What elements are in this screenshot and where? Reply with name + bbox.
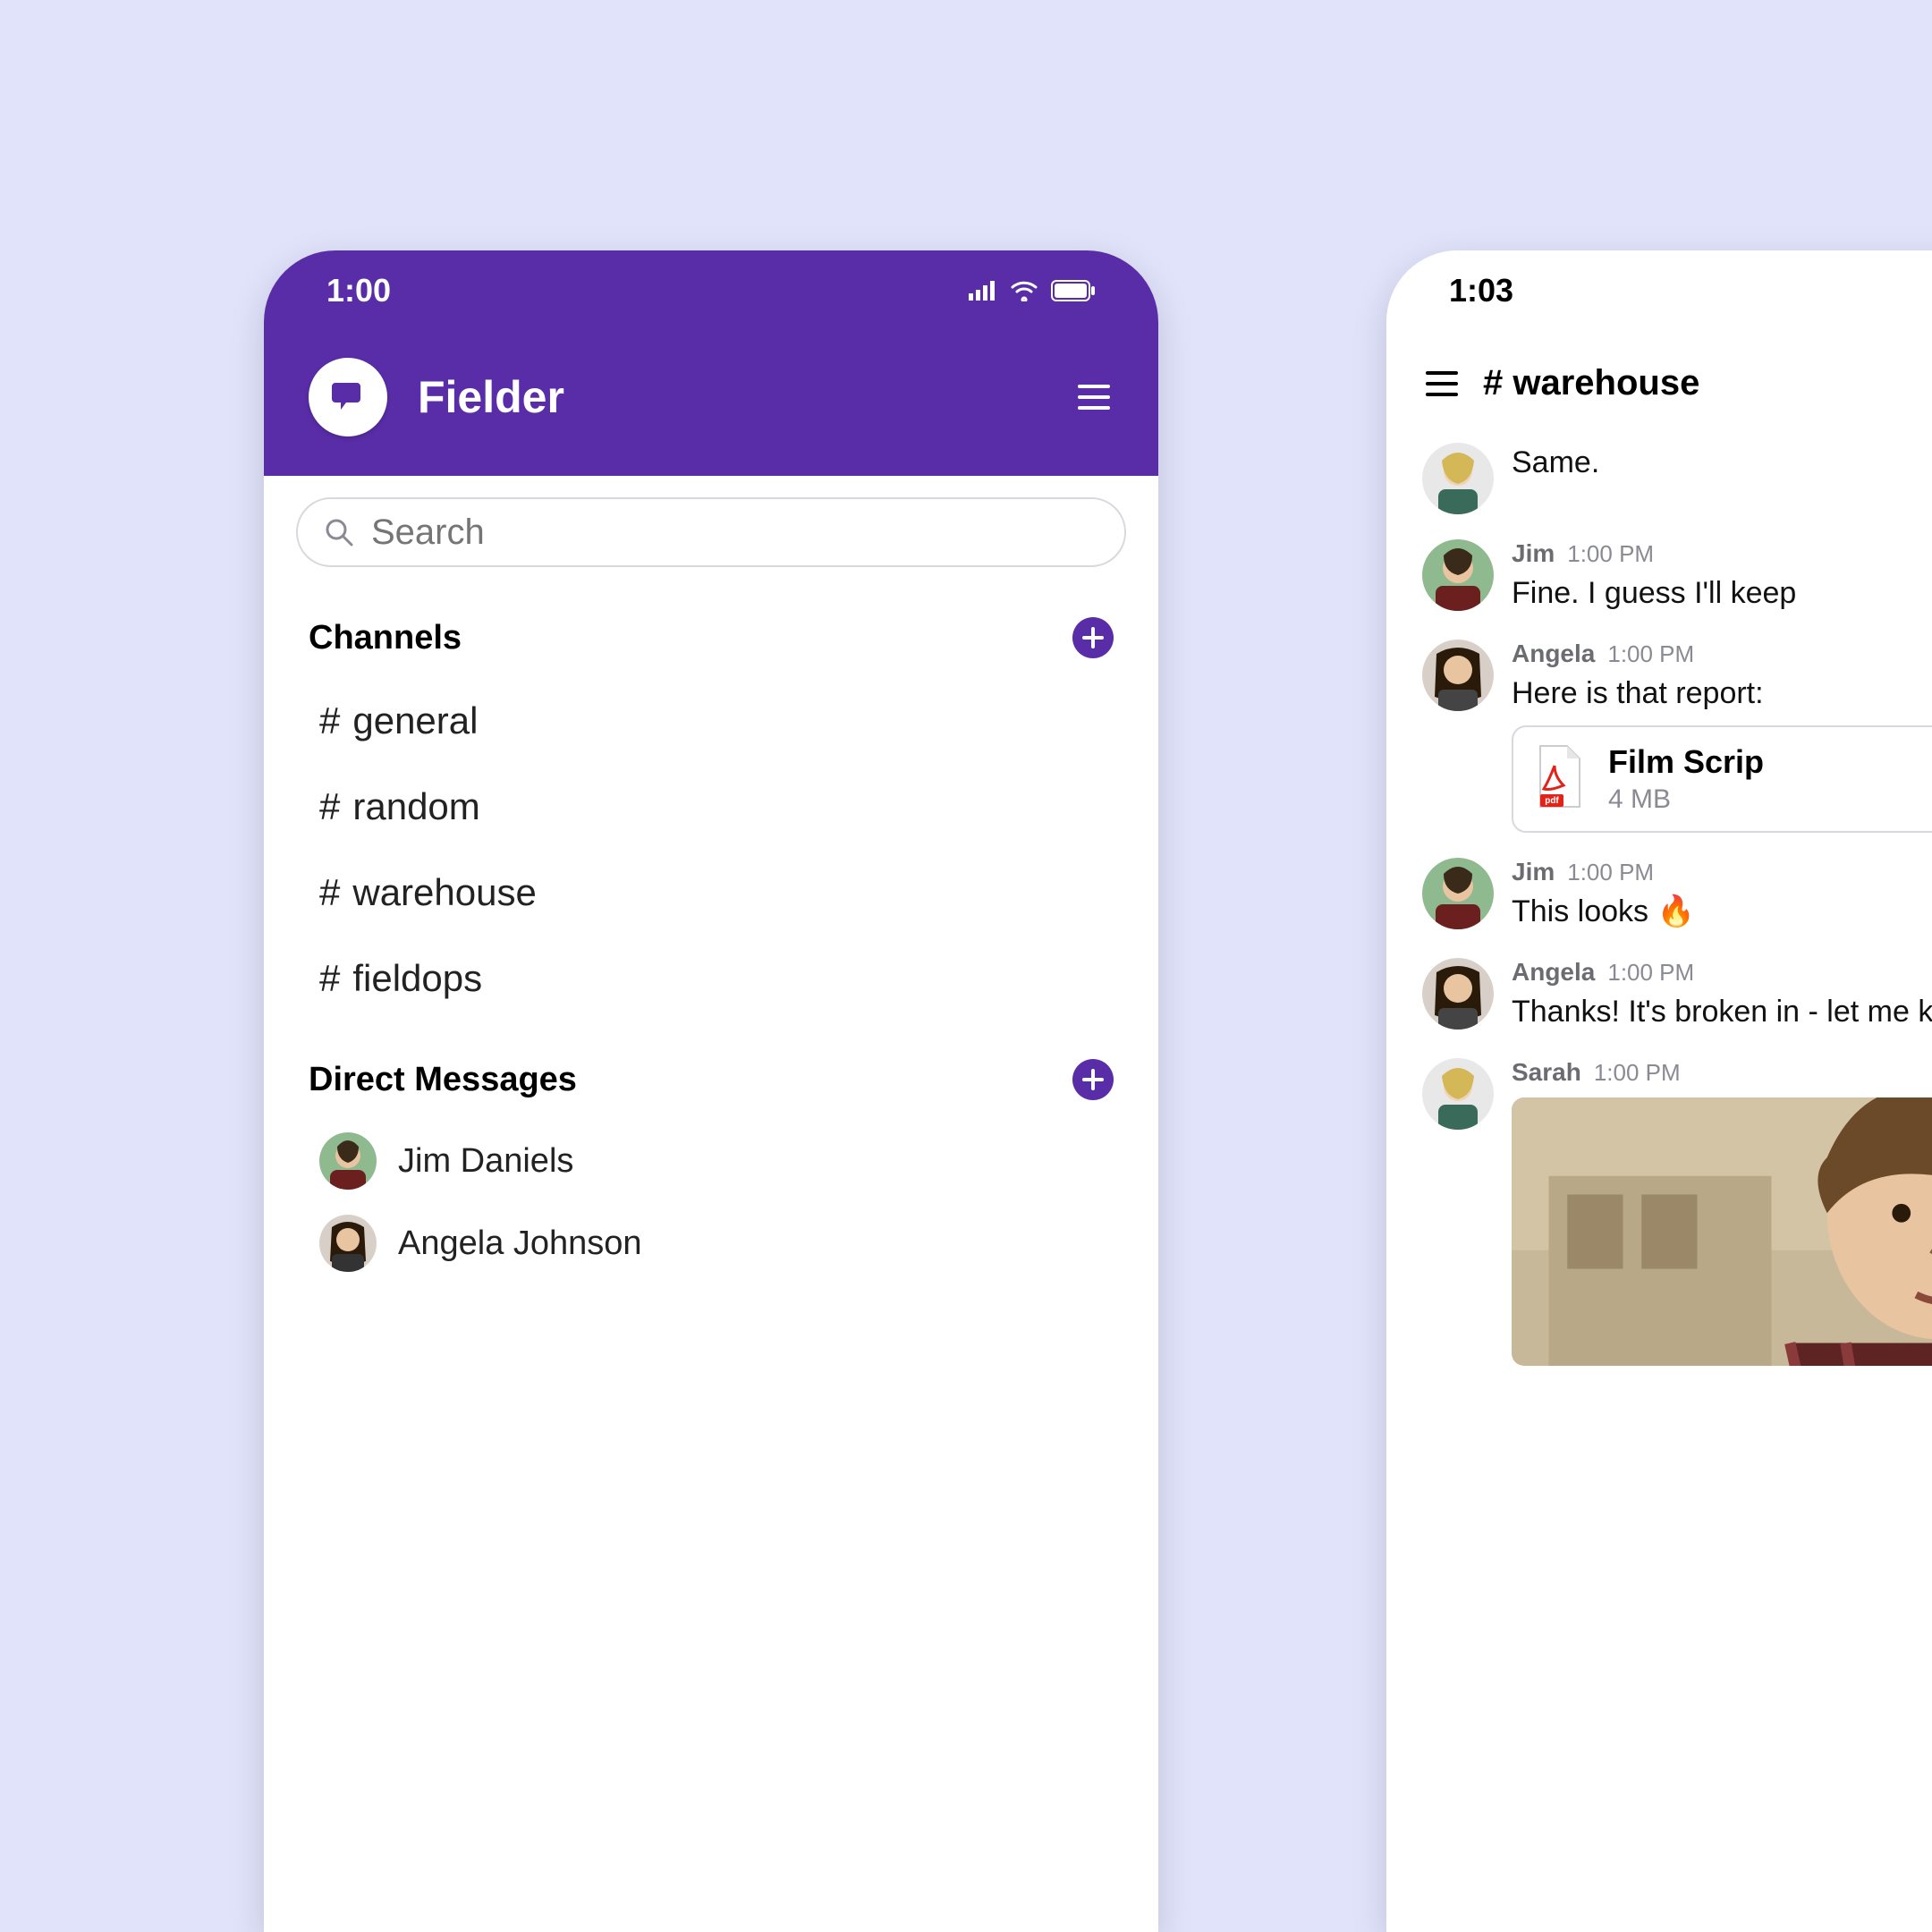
avatar <box>1422 858 1494 929</box>
dm-name: Angela Johnson <box>398 1224 642 1263</box>
channels-section: Channels # general # random # warehouse … <box>264 589 1158 1030</box>
message-time: 1:00 PM <box>1594 1059 1681 1087</box>
menu-button[interactable] <box>1422 364 1462 403</box>
status-time: 1:00 <box>326 272 391 309</box>
avatar <box>1422 443 1494 514</box>
chat-header: # warehouse <box>1386 331 1932 430</box>
dms-header: Direct Messages <box>309 1061 577 1099</box>
status-time: 1:03 <box>1449 272 1513 309</box>
channel-label: general <box>352 699 478 742</box>
file-name: Film Scrip <box>1608 743 1764 781</box>
status-bar: 1:03 <box>1386 250 1932 331</box>
avatar <box>1422 640 1494 711</box>
file-size: 4 MB <box>1608 784 1764 815</box>
channels-header: Channels <box>309 619 462 657</box>
message-item[interactable]: Sarah 1:00 PM LOWER <box>1422 1046 1932 1378</box>
channel-label: warehouse <box>352 871 536 914</box>
phone-chat: 1:03 # warehouse Same. <box>1386 250 1932 1932</box>
add-channel-button[interactable] <box>1072 617 1114 658</box>
search-container <box>264 476 1158 589</box>
app-header: Fielder <box>264 331 1158 476</box>
message-author: Angela <box>1512 958 1595 987</box>
pdf-icon: pdf <box>1533 744 1587 813</box>
svg-text:pdf: pdf <box>1545 796 1559 806</box>
phone-channels: 1:00 Fielder <box>264 250 1158 1932</box>
message-author: Jim <box>1512 539 1555 568</box>
file-attachment[interactable]: pdf Film Scrip 4 MB <box>1512 725 1932 833</box>
avatar <box>1422 1058 1494 1130</box>
message-text: Here is that report: <box>1512 674 1932 715</box>
hash-icon: # <box>319 871 340 914</box>
message-text: Same. <box>1512 443 1932 484</box>
app-title: Fielder <box>418 371 1074 423</box>
message-text: This looks 🔥 <box>1512 892 1932 933</box>
hash-icon: # <box>319 699 340 742</box>
channel-item-general[interactable]: # general <box>309 678 1114 764</box>
message-item[interactable]: Angela 1:00 PM Here is that report: pdf … <box>1422 627 1932 845</box>
channel-label: fieldops <box>352 957 482 1000</box>
hash-icon: # <box>319 785 340 828</box>
dm-name: Jim Daniels <box>398 1142 573 1181</box>
message-author: Angela <box>1512 640 1595 668</box>
dm-item-jim[interactable]: Jim Daniels <box>309 1120 1114 1202</box>
avatar <box>1422 958 1494 1030</box>
add-dm-button[interactable] <box>1072 1059 1114 1100</box>
message-time: 1:00 PM <box>1567 540 1654 568</box>
message-author: Sarah <box>1512 1058 1581 1087</box>
avatar <box>319 1132 377 1190</box>
message-list[interactable]: Same. Jim 1:00 PM Fine. I guess I'll kee… <box>1386 430 1932 1378</box>
hash-icon: # <box>319 957 340 1000</box>
status-indicators <box>969 280 1096 301</box>
menu-button[interactable] <box>1074 377 1114 417</box>
message-text: Thanks! It's broken in - let me know of … <box>1512 992 1932 1033</box>
message-text: Fine. I guess I'll keep <box>1512 573 1932 614</box>
channel-item-fieldops[interactable]: # fieldops <box>309 936 1114 1021</box>
message-time: 1:00 PM <box>1567 859 1654 886</box>
dms-section: Direct Messages Jim Daniels Angela Johns… <box>264 1030 1158 1293</box>
message-item[interactable]: Same. <box>1422 430 1932 527</box>
channel-item-warehouse[interactable]: # warehouse <box>309 850 1114 936</box>
avatar <box>1422 539 1494 611</box>
channel-item-random[interactable]: # random <box>309 764 1114 850</box>
cellular-icon <box>969 281 997 301</box>
dm-item-angela[interactable]: Angela Johnson <box>309 1202 1114 1284</box>
battery-icon <box>1051 280 1096 301</box>
message-item[interactable]: Jim 1:00 PM This looks 🔥 <box>1422 845 1932 945</box>
message-item[interactable]: Angela 1:00 PM Thanks! It's broken in - … <box>1422 945 1932 1046</box>
message-time: 1:00 PM <box>1607 959 1694 987</box>
message-item[interactable]: Jim 1:00 PM Fine. I guess I'll keep <box>1422 527 1932 627</box>
gif-attachment[interactable]: LOWER <box>1512 1097 1932 1366</box>
avatar <box>319 1215 377 1272</box>
app-logo[interactable] <box>309 358 387 436</box>
search-box[interactable] <box>296 497 1126 567</box>
channel-label: random <box>352 785 479 828</box>
status-bar: 1:00 <box>264 250 1158 331</box>
wifi-icon <box>1010 280 1038 301</box>
message-author: Jim <box>1512 858 1555 886</box>
message-time: 1:00 PM <box>1607 640 1694 668</box>
channel-title: # warehouse <box>1483 363 1699 403</box>
search-input[interactable] <box>371 513 1099 553</box>
search-icon <box>323 516 355 548</box>
